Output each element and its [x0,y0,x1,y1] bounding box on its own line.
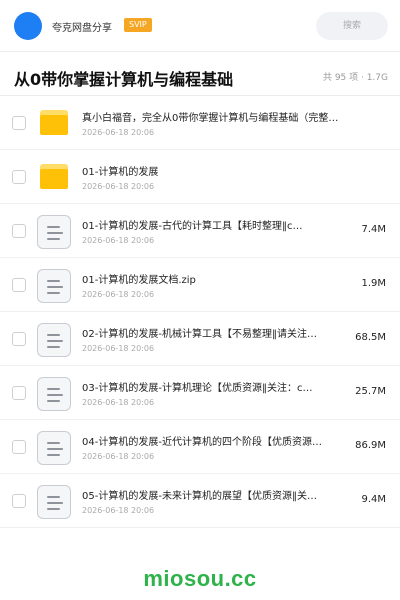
item-size: 7.4M [361,224,386,235]
document-icon [36,377,72,411]
folder-icon [36,107,72,141]
share-title: 夸克网盘分享 [52,23,112,34]
item-date: 2026-06-18 20:06 [82,452,155,461]
file-row[interactable]: 01-计算机的发展-古代的计算工具【耗时整理‖c… 2026-06-18 20:0… [0,204,400,258]
select-checkbox[interactable] [12,332,26,346]
page-title: 从0带你掌握计算机与编程基础 [14,70,234,89]
document-icon [36,269,72,303]
item-name[interactable]: 01-计算机的发展文档.zip [82,271,346,286]
folder-icon [36,161,72,195]
item-name[interactable]: 05-计算机的发展-未来计算机的展望【优质资源‖关… [82,487,346,502]
document-icon [36,431,72,465]
item-date: 2026-06-18 20:06 [82,290,155,299]
folder-row[interactable]: 真小白福音，完全从0带你掌握计算机与编程基础（完整… 2026-06-18 20:… [0,96,400,150]
select-checkbox[interactable] [12,116,26,130]
item-size: 25.7M [355,386,386,397]
file-row[interactable]: 05-计算机的发展-未来计算机的展望【优质资源‖关… 2026-06-18 20:… [0,474,400,528]
item-name[interactable]: 02-计算机的发展-机械计算工具【不易整理‖请关注… [82,325,346,340]
item-date: 2026-06-18 20:06 [82,344,155,353]
folder-row[interactable]: 01-计算机的发展 2026-06-18 20:06 [0,150,400,204]
watermark: miosou.cc [143,566,257,591]
top-header: 夸克网盘分享 SVIP 搜索 [0,0,400,52]
svip-badge: SVIP [124,18,152,32]
file-row[interactable]: 02-计算机的发展-机械计算工具【不易整理‖请关注… 2026-06-18 20:… [0,312,400,366]
item-name[interactable]: 01-计算机的发展-古代的计算工具【耗时整理‖c… [82,217,346,232]
item-date: 2026-06-18 20:06 [82,128,155,137]
item-summary: 共 95 项 · 1.7G [322,73,388,83]
item-date: 2026-06-18 20:06 [82,182,155,191]
item-date: 2026-06-18 20:06 [82,398,155,407]
item-size: 68.5M [355,332,386,343]
item-size: 9.4M [361,494,386,505]
item-name[interactable]: 04-计算机的发展-近代计算机的四个阶段【优质资源… [82,433,346,448]
item-size: 1.9M [361,278,386,289]
item-date: 2026-06-18 20:06 [82,236,155,245]
document-icon [36,323,72,357]
item-size: 86.9M [355,440,386,451]
select-checkbox[interactable] [12,170,26,184]
document-icon [36,215,72,249]
item-name[interactable]: 03-计算机的发展-计算机理论【优质资源‖关注：c… [82,379,346,394]
select-checkbox[interactable] [12,386,26,400]
item-name[interactable]: 01-计算机的发展 [82,163,372,178]
select-checkbox[interactable] [12,440,26,454]
file-row[interactable]: 01-计算机的发展文档.zip 2026-06-18 20:06 1.9M [0,258,400,312]
file-list: 真小白福音，完全从0带你掌握计算机与编程基础（完整… 2026-06-18 20:… [0,96,400,528]
select-checkbox[interactable] [12,494,26,508]
search-button[interactable]: 搜索 [316,12,388,40]
select-checkbox[interactable] [12,224,26,238]
item-date: 2026-06-18 20:06 [82,506,155,515]
document-icon [36,485,72,519]
item-name[interactable]: 真小白福音，完全从0带你掌握计算机与编程基础（完整… [82,109,372,124]
avatar[interactable] [14,12,42,40]
file-row[interactable]: 03-计算机的发展-计算机理论【优质资源‖关注：c… 2026-06-18 20:… [0,366,400,420]
file-row[interactable]: 04-计算机的发展-近代计算机的四个阶段【优质资源… 2026-06-18 20:… [0,420,400,474]
select-checkbox[interactable] [12,278,26,292]
